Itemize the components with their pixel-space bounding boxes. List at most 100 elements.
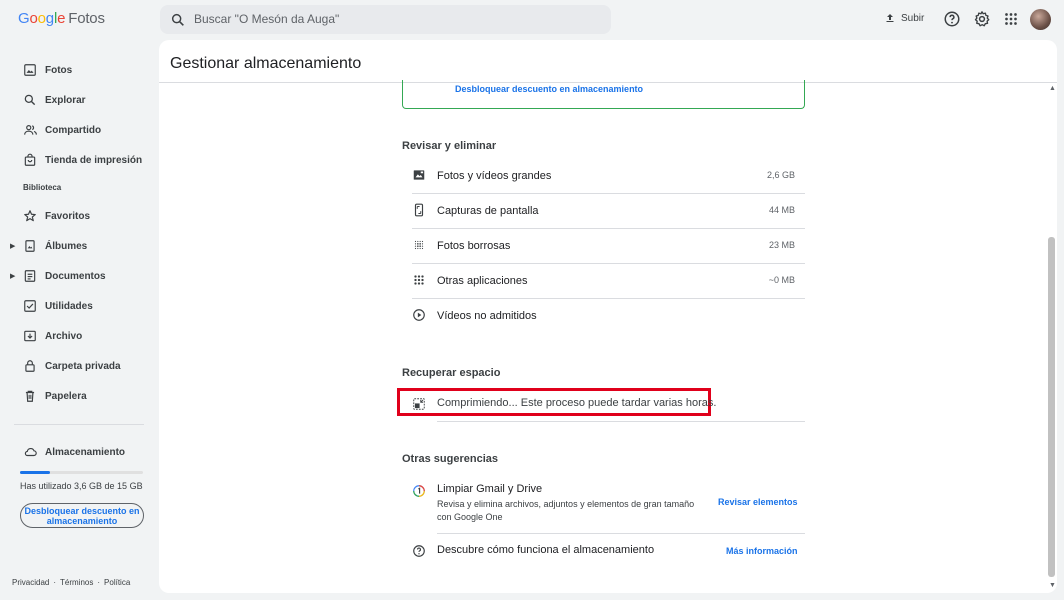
sidebar-item-fotos[interactable]: Fotos bbox=[22, 60, 72, 80]
storage-progress-fill bbox=[20, 471, 50, 474]
review-item-size: 23 MB bbox=[768, 240, 795, 250]
sidebar-item-label: Álbumes bbox=[45, 240, 88, 252]
compress-icon bbox=[413, 398, 425, 410]
scroll-down-arrow-icon[interactable]: ▼ bbox=[1049, 582, 1056, 589]
learn-storage-title: Descubre cómo funciona el almacenamiento bbox=[437, 544, 655, 556]
review-row-other-apps[interactable]: Otras aplicaciones ~0 MB bbox=[412, 264, 805, 299]
suggestion-divider bbox=[437, 533, 805, 534]
policy-link[interactable]: Política bbox=[104, 578, 130, 587]
scroll-up-arrow-icon[interactable]: ▲ bbox=[1049, 85, 1056, 92]
cloud-icon bbox=[22, 444, 38, 460]
library-section-label: Biblioteca bbox=[23, 183, 62, 192]
search-input[interactable]: Buscar "O Mesón da Auga" bbox=[194, 12, 339, 26]
help-icon bbox=[413, 545, 425, 557]
logo-letter: g bbox=[45, 10, 54, 27]
compress-status-text: Comprimiendo... Este proceso puede tarda… bbox=[437, 397, 717, 409]
terms-link[interactable]: Términos bbox=[60, 578, 93, 587]
sidebar-item-label: Archivo bbox=[45, 330, 83, 342]
play-circle-icon bbox=[413, 309, 425, 321]
suggestions-section-title: Otras sugerencias bbox=[402, 453, 498, 465]
logo-letter: o bbox=[29, 10, 38, 27]
main-panel: Gestionar almacenamiento Desbloquear des… bbox=[159, 40, 1057, 593]
apps-grid-icon bbox=[414, 275, 424, 285]
sidebar-item-label: Compartido bbox=[45, 124, 102, 136]
google-photos-logo[interactable]: Google Fotos bbox=[18, 10, 105, 27]
trash-icon bbox=[22, 388, 38, 404]
sidebar-item-documentos[interactable]: Documentos bbox=[22, 266, 106, 286]
review-item-label: Fotos y vídeos grandes bbox=[437, 170, 552, 182]
unlock-discount-button[interactable]: Desbloquear descuento en almacenamiento bbox=[20, 503, 144, 528]
top-bar: Google Fotos Buscar "O Mesón da Auga" Sub… bbox=[0, 0, 1064, 40]
review-section-title: Revisar y eliminar bbox=[402, 140, 497, 152]
storage-usage-text: Has utilizado 3,6 GB de 15 GB bbox=[20, 481, 143, 491]
review-item-label: Capturas de pantalla bbox=[437, 205, 539, 217]
sidebar-item-favoritos[interactable]: Favoritos bbox=[22, 206, 90, 226]
lock-icon bbox=[22, 358, 38, 374]
compress-divider bbox=[437, 421, 805, 422]
review-row-screenshots[interactable]: Capturas de pantalla 44 MB bbox=[412, 194, 805, 229]
review-item-size: 44 MB bbox=[768, 205, 795, 215]
sidebar-item-archivo[interactable]: Archivo bbox=[22, 326, 82, 346]
sidebar-item-almacenamiento[interactable]: Almacenamiento bbox=[22, 442, 125, 462]
review-item-label: Vídeos no admitidos bbox=[437, 310, 537, 322]
sidebar-item-label: Almacenamiento bbox=[45, 446, 126, 458]
promo-card: Desbloquear descuento en almacenamiento bbox=[402, 80, 805, 109]
footer-links: Privacidad · Términos · Política bbox=[12, 578, 130, 587]
review-items-link[interactable]: Revisar elementos bbox=[718, 497, 798, 507]
apps-grid-icon[interactable] bbox=[1002, 10, 1020, 28]
archive-icon bbox=[22, 328, 38, 344]
learn-more-link[interactable]: Más información bbox=[726, 546, 798, 556]
unlock-discount-link[interactable]: Desbloquear descuento en almacenamiento bbox=[455, 84, 643, 94]
sidebar-item-tienda[interactable]: Tienda de impresión bbox=[22, 150, 142, 170]
scrollbar-thumb[interactable] bbox=[1048, 237, 1055, 577]
upload-button[interactable]: Subir bbox=[884, 12, 924, 24]
sidebar-item-explorar[interactable]: Explorar bbox=[22, 90, 86, 110]
settings-icon[interactable] bbox=[973, 10, 991, 28]
footer-separator: · bbox=[53, 578, 57, 587]
upload-label: Subir bbox=[901, 12, 925, 24]
review-item-size: 2,6 GB bbox=[766, 170, 795, 180]
review-item-size: ~0 MB bbox=[768, 275, 795, 285]
footer-separator: · bbox=[97, 578, 101, 587]
review-row-large-media[interactable]: Fotos y vídeos grandes 2,6 GB bbox=[412, 159, 805, 194]
sidebar-item-utilidades[interactable]: Utilidades bbox=[22, 296, 93, 316]
search-box[interactable]: Buscar "O Mesón da Auga" bbox=[160, 5, 611, 34]
star-icon bbox=[22, 208, 38, 224]
document-icon bbox=[22, 268, 38, 284]
sidebar: Fotos Explorar Compartido Tienda de impr… bbox=[0, 40, 158, 600]
expand-caret-icon[interactable]: ▶ bbox=[10, 242, 15, 250]
help-icon[interactable] bbox=[943, 10, 961, 28]
sidebar-item-compartido[interactable]: Compartido bbox=[22, 120, 101, 140]
sidebar-item-label: Carpeta privada bbox=[45, 360, 121, 372]
sidebar-item-carpeta-privada[interactable]: Carpeta privada bbox=[22, 356, 121, 376]
upload-icon bbox=[886, 14, 894, 22]
blurry-icon bbox=[414, 240, 424, 250]
google-one-icon bbox=[413, 485, 425, 497]
review-row-blurry[interactable]: Fotos borrosas 23 MB bbox=[412, 229, 805, 264]
sidebar-item-albumes[interactable]: Álbumes bbox=[22, 236, 87, 256]
sidebar-item-label: Documentos bbox=[45, 270, 106, 282]
review-item-label: Otras aplicaciones bbox=[437, 275, 528, 287]
logo-letter: e bbox=[57, 10, 66, 27]
sidebar-item-label: Tienda de impresión bbox=[45, 154, 143, 166]
review-row-unsupported-videos[interactable]: Vídeos no admitidos bbox=[412, 299, 805, 334]
scrollbar[interactable]: ▲ ▼ bbox=[1047, 84, 1057, 593]
sidebar-item-papelera[interactable]: Papelera bbox=[22, 386, 87, 406]
sidebar-item-label: Utilidades bbox=[45, 300, 93, 312]
photo-icon bbox=[22, 62, 38, 78]
sidebar-item-label: Papelera bbox=[45, 390, 87, 402]
people-icon bbox=[22, 122, 38, 138]
logo-product-name: Fotos bbox=[68, 10, 105, 27]
avatar[interactable] bbox=[1030, 9, 1051, 30]
sidebar-divider bbox=[14, 424, 144, 425]
sidebar-item-label: Fotos bbox=[45, 64, 73, 76]
shopping-bag-icon bbox=[22, 152, 38, 168]
recover-section-title: Recuperar espacio bbox=[402, 367, 501, 379]
phone-screenshot-icon bbox=[414, 203, 424, 217]
storage-progress-bar bbox=[20, 471, 143, 474]
logo-letter: G bbox=[18, 10, 30, 27]
search-icon[interactable] bbox=[170, 12, 186, 28]
gmail-cleanup-description: Revisa y elimina archivos, adjuntos y el… bbox=[437, 499, 695, 522]
expand-caret-icon[interactable]: ▶ bbox=[10, 272, 15, 280]
privacy-link[interactable]: Privacidad bbox=[12, 578, 49, 587]
